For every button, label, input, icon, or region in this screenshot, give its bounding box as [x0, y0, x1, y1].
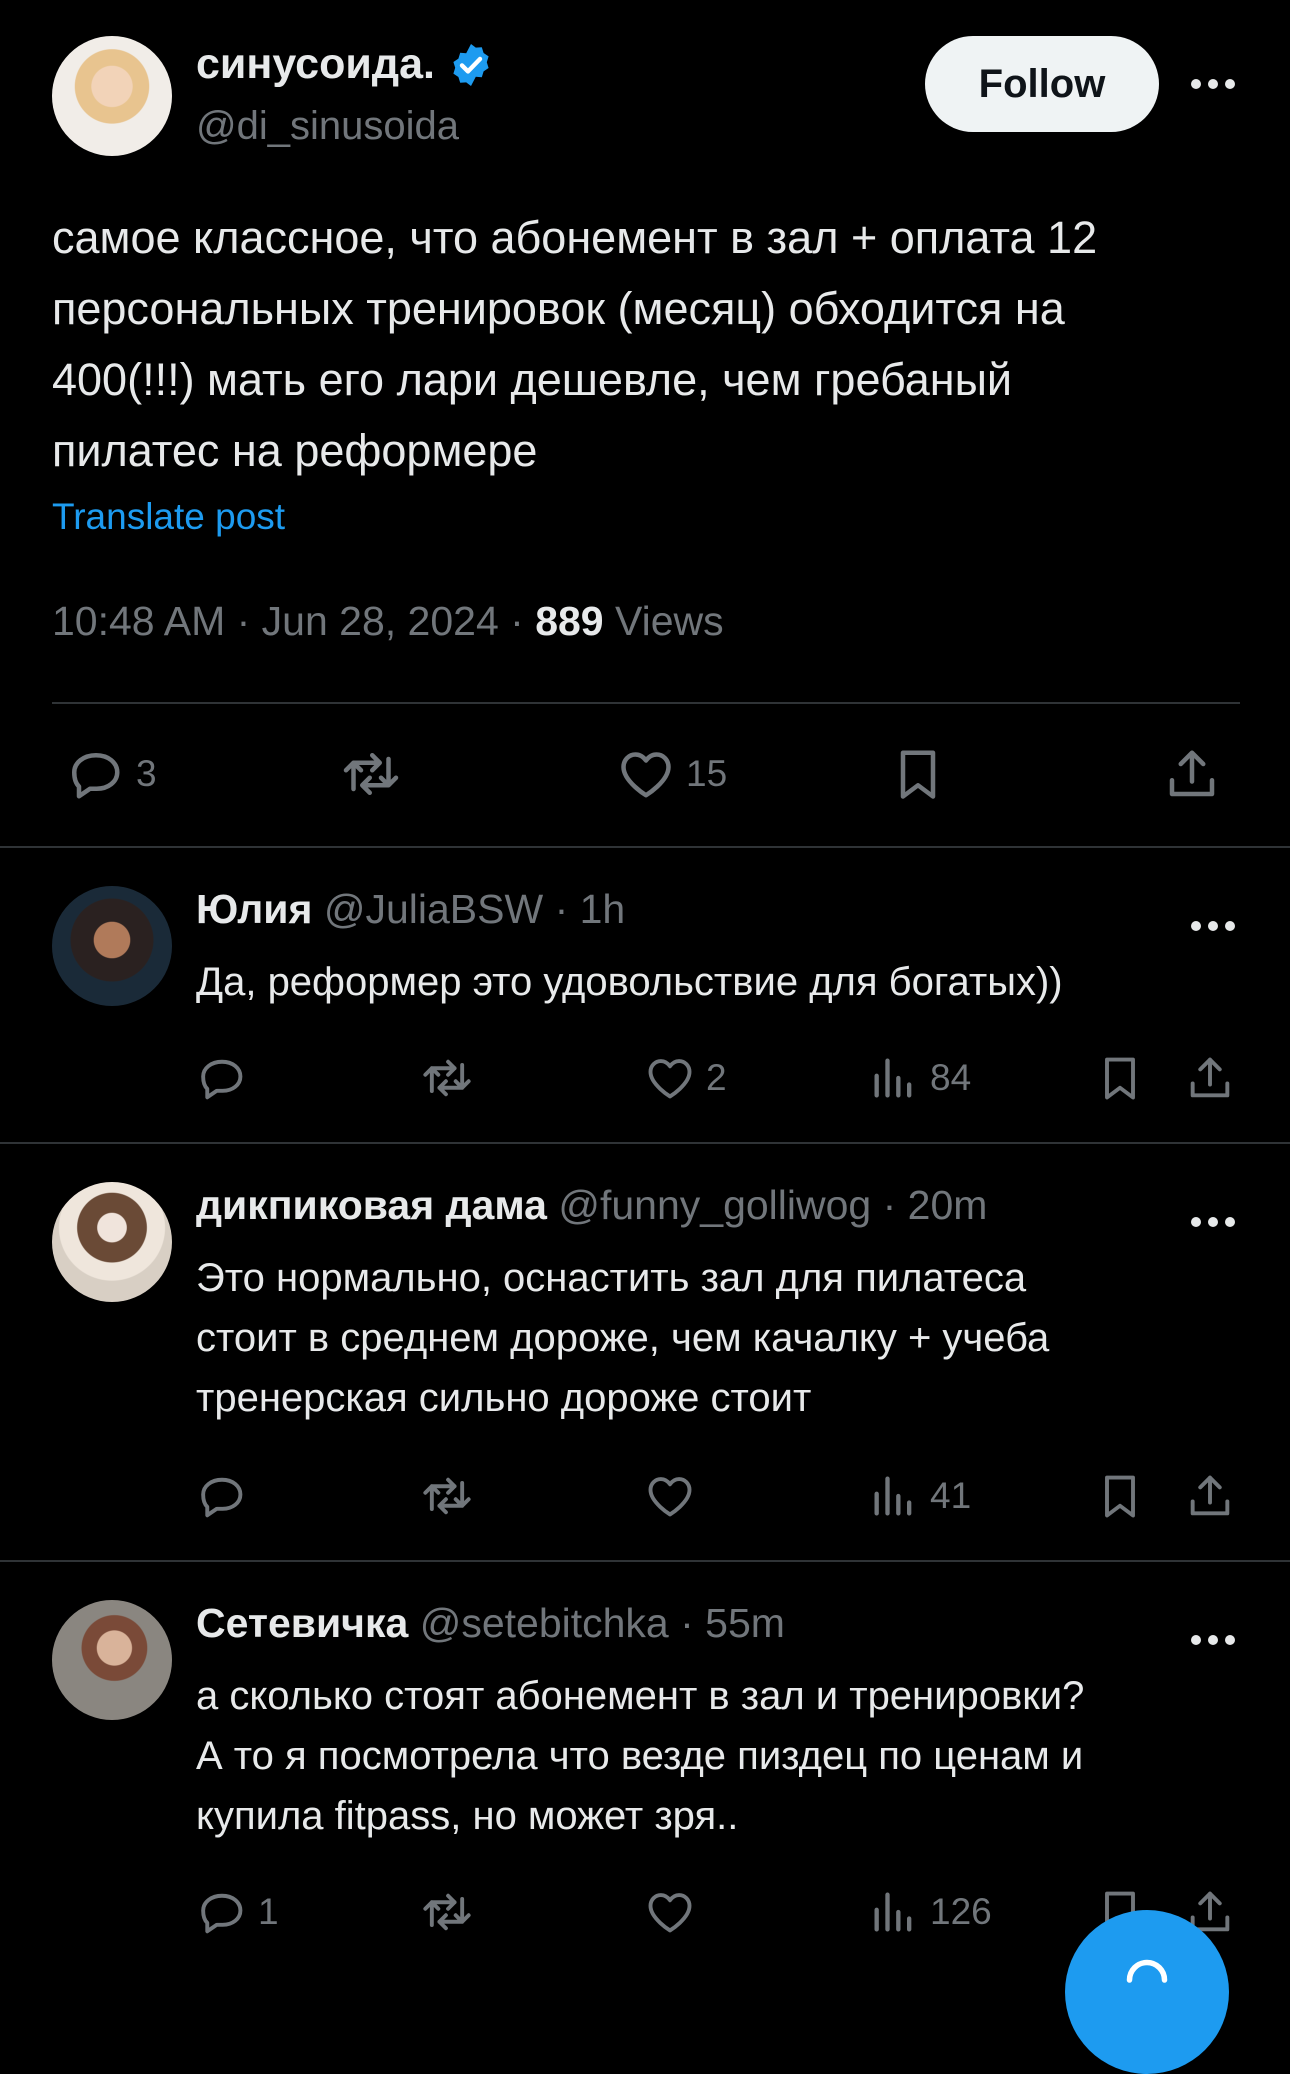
reply-tweet[interactable]: дикпиковая дама @funny_golliwog · 20m Эт… [0, 1142, 1290, 1560]
heart-icon [644, 1470, 696, 1522]
reply-avatar[interactable] [52, 886, 172, 1006]
more-options-icon[interactable] [1188, 1630, 1238, 1650]
analytics-icon [868, 1052, 920, 1104]
divider [52, 702, 1240, 704]
share-button[interactable] [1184, 1470, 1236, 1522]
reply-count: 1 [258, 1891, 279, 1932]
share-icon [1162, 744, 1222, 804]
like-count: 2 [706, 1057, 727, 1098]
heart-icon [644, 1886, 696, 1938]
reply-button[interactable]: 3 [66, 744, 157, 804]
bookmark-icon [1094, 1052, 1146, 1104]
views-button[interactable]: 84 [868, 1052, 971, 1104]
bookmark-button[interactable] [1094, 1052, 1146, 1104]
reply-tweet[interactable]: Юлия @JuliaBSW · 1h Да, реформер это удо… [0, 846, 1290, 1142]
author-name-text: синусоида. [196, 40, 435, 88]
reply-avatar[interactable] [52, 1182, 172, 1302]
views-button[interactable]: 126 [868, 1886, 992, 1938]
reply-button[interactable] [196, 1052, 248, 1104]
repost-button[interactable] [418, 1470, 476, 1522]
author-avatar[interactable] [52, 36, 172, 156]
repost-icon [418, 1052, 476, 1104]
verified-badge-icon [447, 41, 495, 89]
views-count: 889 [535, 598, 604, 644]
reply-header: Сетевичка @setebitchka · 55m [196, 1600, 785, 1647]
reply-author-name[interactable]: Юлия [196, 886, 312, 932]
repost-icon [338, 744, 404, 804]
reply-icon [196, 1052, 248, 1104]
reply-text: Это нормально, оснастить зал для пилатес… [196, 1256, 1050, 1420]
repost-button[interactable] [338, 744, 404, 804]
bookmark-icon [1094, 1470, 1146, 1522]
reply-icon [66, 744, 126, 804]
tweet-meta: 10:48 AM · Jun 28, 2024 · 889 Views [52, 598, 724, 645]
reply-author-name[interactable]: дикпиковая дама [196, 1182, 547, 1228]
views-label: Views [603, 598, 724, 644]
reply-author-handle[interactable]: @funny_golliwog [558, 1182, 871, 1228]
reply-author-handle[interactable]: @setebitchka [420, 1600, 669, 1646]
reply-button[interactable]: 1 [196, 1886, 279, 1938]
follow-button[interactable]: Follow [925, 36, 1159, 132]
reply-time[interactable]: · 55m [669, 1600, 785, 1646]
repost-button[interactable] [418, 1052, 476, 1104]
reply-time[interactable]: · 1h [543, 886, 626, 932]
views-count: 84 [930, 1057, 972, 1098]
views-count: 41 [930, 1475, 972, 1516]
translate-post-link[interactable]: Translate post [52, 496, 285, 538]
reply-icon [196, 1470, 248, 1522]
share-button[interactable] [1162, 744, 1222, 804]
repost-icon [418, 1470, 476, 1522]
heart-icon [616, 744, 676, 804]
more-options-icon[interactable] [1188, 74, 1238, 94]
tweet-timestamp[interactable]: 10:48 AM · Jun 28, 2024 · [52, 598, 535, 644]
reply-author-handle[interactable]: @JuliaBSW [324, 886, 543, 932]
compose-button[interactable] [1065, 1910, 1229, 2074]
reply-count: 3 [136, 753, 157, 794]
analytics-icon [868, 1470, 920, 1522]
like-button[interactable] [644, 1470, 696, 1522]
analytics-icon [868, 1886, 920, 1938]
views-count: 126 [930, 1891, 992, 1932]
share-icon [1184, 1470, 1236, 1522]
compose-icon [1117, 1950, 1177, 2010]
reply-tweet[interactable]: Сетевичка @setebitchka · 55m а сколько с… [0, 1560, 1290, 1974]
reply-button[interactable] [196, 1470, 248, 1522]
author-name[interactable]: синусоида. [196, 40, 495, 89]
more-options-icon[interactable] [1188, 916, 1238, 936]
reply-author-name[interactable]: Сетевичка [196, 1600, 408, 1646]
repost-icon [418, 1886, 476, 1938]
reply-header: дикпиковая дама @funny_golliwog · 20m [196, 1182, 987, 1229]
heart-icon [644, 1052, 696, 1104]
reply-text: а сколько стоят абонемент в зал и тренир… [196, 1674, 1085, 1838]
bookmark-icon [888, 744, 948, 804]
like-button[interactable]: 15 [616, 744, 727, 804]
like-button[interactable]: 2 [644, 1052, 727, 1104]
reply-avatar[interactable] [52, 1600, 172, 1720]
author-handle[interactable]: @di_sinusoida [196, 104, 459, 149]
reply-header: Юлия @JuliaBSW · 1h [196, 886, 625, 933]
share-icon [1184, 1052, 1236, 1104]
reply-icon [196, 1886, 248, 1938]
share-button[interactable] [1184, 1052, 1236, 1104]
views-button[interactable]: 41 [868, 1470, 971, 1522]
repost-button[interactable] [418, 1886, 476, 1938]
bookmark-button[interactable] [1094, 1470, 1146, 1522]
like-count: 15 [686, 753, 728, 794]
bookmark-button[interactable] [888, 744, 948, 804]
like-button[interactable] [644, 1886, 696, 1938]
more-options-icon[interactable] [1188, 1212, 1238, 1232]
reply-time[interactable]: · 20m [871, 1182, 988, 1228]
reply-text: Да, реформер это удовольствие для богаты… [196, 960, 1063, 1004]
tweet-text: самое классное, что абонемент в зал + оп… [52, 212, 1098, 476]
